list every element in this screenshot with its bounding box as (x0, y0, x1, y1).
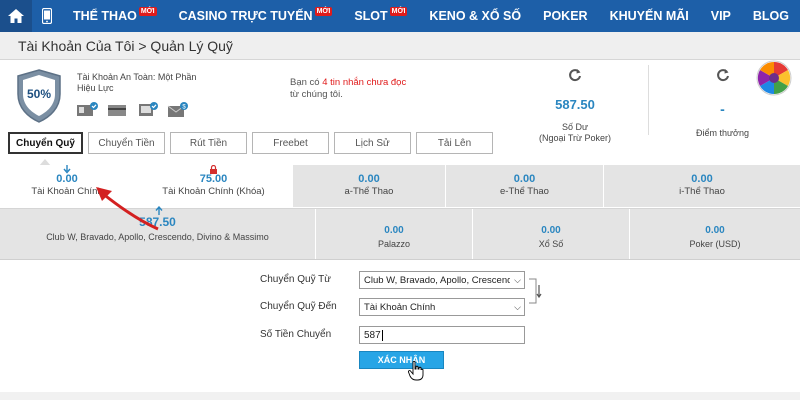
nav-item-promotions[interactable]: KHUYẾN MÃI (599, 0, 700, 32)
wallet-palazzo[interactable]: 0.00 Palazzo (316, 209, 473, 259)
page-title: Tài Khoản Của Tôi > Quản Lý Quỹ (18, 37, 233, 54)
chevron-down-icon: ⌵ (514, 302, 521, 312)
arrow-down-icon (63, 165, 71, 174)
nav-item-casino[interactable]: CASINO TRỰC TUYẾN MỚI (168, 0, 344, 32)
tab-withdraw[interactable]: Rút Tiền (170, 132, 247, 154)
wallet-poker-usd[interactable]: 0.00 Poker (USD) (630, 209, 800, 259)
home-button[interactable] (0, 0, 32, 32)
confirm-button[interactable]: XÁC NHẬN (359, 351, 444, 369)
chevron-down-icon: ⌵ (514, 275, 521, 285)
breadcrumb: Tài Khoản Của Tôi > Quản Lý Quỹ (0, 32, 800, 60)
nav-item-vip[interactable]: VIP (700, 0, 742, 32)
new-badge: MỚI (314, 6, 333, 16)
refresh-balance-icon[interactable] (568, 68, 582, 82)
security-percent: 50% (27, 87, 51, 101)
home-icon (7, 9, 24, 23)
lucky-wheel-icon[interactable] (756, 60, 792, 96)
mobile-app-button[interactable] (32, 0, 62, 32)
verification-icons: $ (77, 102, 189, 118)
swap-direction-icon[interactable] (528, 277, 542, 305)
wallet-lottery[interactable]: 0.00 Xổ Số (473, 209, 630, 259)
balance-value: 587.50 (555, 97, 595, 112)
account-safety-status: Tài Khoản An Toàn: Một Phần Hiệu Lực (77, 72, 197, 93)
tab-money-transfer[interactable]: Chuyển Tiền (88, 132, 165, 154)
email-dollar-icon[interactable]: $ (167, 102, 189, 118)
to-label: Chuyển Quỹ Đến (260, 301, 337, 312)
annotation-arrow (96, 187, 159, 231)
hand-cursor-icon (408, 361, 424, 381)
transfer-to-select[interactable]: Tài Khoản Chính ⌵ (359, 298, 525, 316)
id-card-verified-icon[interactable] (77, 102, 99, 118)
phone-icon (41, 8, 52, 24)
tab-upload[interactable]: Tải Lên (416, 132, 493, 154)
new-badge: MỚI (138, 6, 157, 16)
points-value: - (720, 101, 725, 117)
points-label: Điểm thưởng (696, 128, 749, 138)
text-cursor (381, 329, 383, 341)
unread-count: 4 tin nhắn chưa đọc (322, 77, 407, 88)
tab-history[interactable]: Lịch Sử (334, 132, 411, 154)
lock-icon (210, 165, 217, 174)
balance-label: Số Dư (Ngoại Trừ Poker) (538, 122, 612, 143)
wallet-a-sports[interactable]: 0.00 a-Thể Thao (293, 165, 446, 207)
refresh-points-icon[interactable] (716, 68, 730, 82)
from-label: Chuyển Quỹ Từ (260, 274, 331, 285)
nav-item-poker[interactable]: POKER (532, 0, 598, 32)
phone-verified-icon[interactable] (137, 102, 159, 118)
wallet-i-sports[interactable]: 0.00 i-Thể Thao (604, 165, 800, 207)
unread-messages-notice[interactable]: Bạn có 4 tin nhắn chưa đọc từ chúng tôi. (290, 77, 406, 101)
tab-fund-transfer[interactable]: Chuyển Quỹ (8, 132, 83, 154)
nav-item-keno-lottery[interactable]: KENO & XỔ SỐ (418, 0, 532, 32)
top-nav: THỂ THAO MỚI CASINO TRỰC TUYẾN MỚI SLOT MỚI… (0, 0, 800, 32)
footer-strip (0, 392, 800, 400)
fund-tabs: Chuyển Quỹ Chuyển Tiền Rút Tiền Freebet … (8, 132, 493, 154)
nav-item-blog[interactable]: BLOG (742, 0, 800, 32)
nav-item-sports[interactable]: THỂ THAO MỚI (62, 0, 168, 32)
security-shield-icon: 50% (17, 69, 61, 123)
wallet-e-sports[interactable]: 0.00 e-Thể Thao (446, 165, 604, 207)
tab-freebet[interactable]: Freebet (252, 132, 329, 154)
bank-card-icon[interactable] (107, 102, 129, 118)
divider (648, 65, 649, 135)
fund-management-panel: 50% Tài Khoản An Toàn: Một Phần Hiệu Lực… (0, 60, 800, 400)
transfer-from-select[interactable]: Club W, Bravado, Apollo, Crescendo, Divi… (359, 271, 525, 289)
transfer-amount-input[interactable]: 587 (359, 326, 525, 344)
new-badge: MỚI (389, 6, 408, 16)
balance-summary: 587.50 Số Dư (Ngoại Trừ Poker) (510, 68, 640, 144)
nav-item-slot[interactable]: SLOT MỚI (343, 0, 418, 32)
amount-label: Số Tiền Chuyển (260, 329, 332, 340)
